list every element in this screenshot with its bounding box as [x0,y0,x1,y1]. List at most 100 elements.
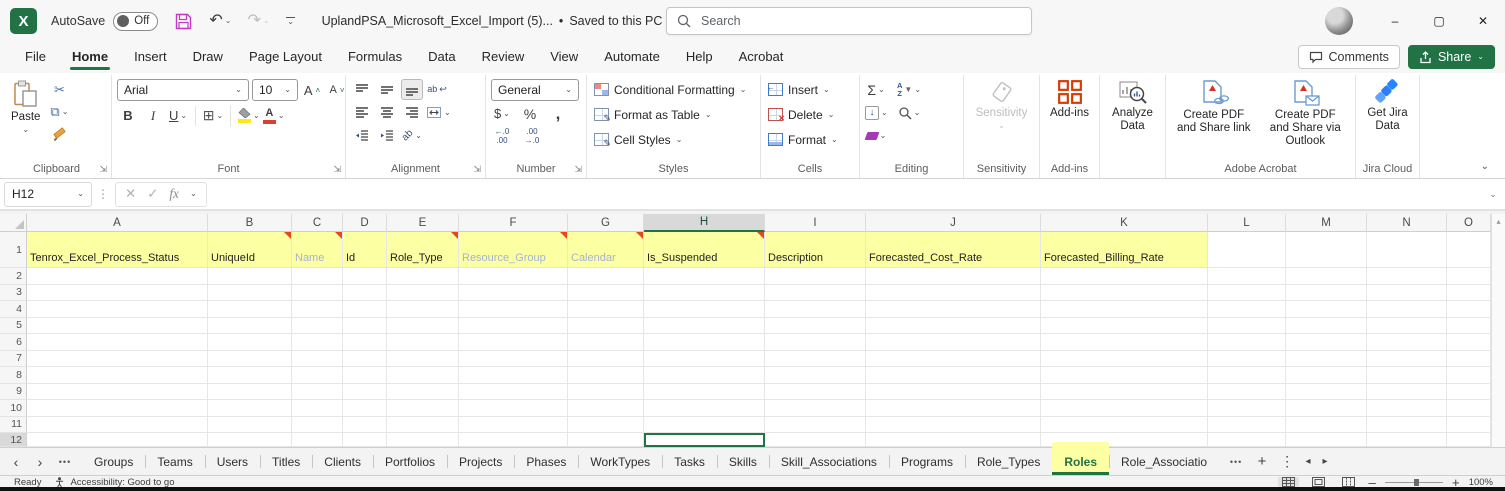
ribbon-tab-page-layout[interactable]: Page Layout [236,43,335,72]
cell-N5[interactable] [1367,317,1447,334]
cell-N11[interactable] [1367,416,1447,433]
cell-D10[interactable] [343,400,387,417]
cell-N9[interactable] [1367,383,1447,400]
column-header-G[interactable]: G [568,214,644,232]
cell-A11[interactable] [27,416,208,433]
percent-style-button[interactable]: % [519,103,541,124]
create-pdf-share-link-button[interactable]: Create PDF and Share link [1171,77,1257,137]
cell-H5[interactable] [644,317,765,334]
column-header-A[interactable]: A [27,214,208,232]
column-header-B[interactable]: B [208,214,292,232]
wrap-text-button[interactable]: ab ↩ [426,79,448,100]
row-header-11[interactable]: 11 [0,416,27,433]
normal-view-button[interactable] [1278,477,1300,487]
cell-M12[interactable] [1286,433,1367,447]
cell-L11[interactable] [1208,416,1286,433]
clipboard-dialog-launcher[interactable]: ⇲ [99,164,107,175]
cell-I10[interactable] [765,400,866,417]
cell-B5[interactable] [208,317,292,334]
cell-J2[interactable] [866,268,1041,285]
cell-I7[interactable] [765,350,866,367]
number-dialog-launcher[interactable]: ⇲ [574,164,582,175]
cell-N10[interactable] [1367,400,1447,417]
ribbon-tab-view[interactable]: View [537,43,591,72]
cell-A4[interactable] [27,301,208,318]
sheet-tab-role-types[interactable]: Role_Types [964,448,1052,475]
cell-N2[interactable] [1367,268,1447,285]
cell-B3[interactable] [208,284,292,301]
cell-M9[interactable] [1286,383,1367,400]
cell-E6[interactable] [387,334,459,351]
column-header-E[interactable]: E [387,214,459,232]
cell-L6[interactable] [1208,334,1286,351]
page-break-view-button[interactable] [1338,477,1359,487]
cell-N12[interactable] [1367,433,1447,447]
cell-D1[interactable]: Id [343,232,387,268]
undo-button[interactable]: ↶ ⌄ [209,13,231,29]
tab-scroll-right-button[interactable]: ▸ [1317,456,1333,467]
column-header-L[interactable]: L [1208,214,1286,232]
cell-G4[interactable] [568,301,644,318]
cell-H3[interactable] [644,284,765,301]
cell-F9[interactable] [459,383,568,400]
align-middle-button[interactable] [376,79,398,100]
cell-F8[interactable] [459,367,568,384]
cell-K1[interactable]: Forecasted_Billing_Rate [1041,232,1208,268]
insert-button[interactable]: Insert ⌄ [766,77,832,102]
cell-E3[interactable] [387,284,459,301]
cell-K10[interactable] [1041,400,1208,417]
cell-L8[interactable] [1208,367,1286,384]
cell-J9[interactable] [866,383,1041,400]
comma-style-button[interactable]: , [547,103,569,124]
cell-D9[interactable] [343,383,387,400]
cut-button[interactable]: ✂ [48,79,70,100]
expand-formula-bar-button[interactable]: ⌄ [1481,189,1505,200]
cell-O7[interactable] [1447,350,1491,367]
cell-K4[interactable] [1041,301,1208,318]
cell-K9[interactable] [1041,383,1208,400]
column-header-M[interactable]: M [1286,214,1367,232]
cell-O11[interactable] [1447,416,1491,433]
ribbon-tab-file[interactable]: File [12,43,59,72]
next-sheet-button[interactable]: › [28,454,52,470]
cell-E7[interactable] [387,350,459,367]
cell-C8[interactable] [292,367,343,384]
cell-A7[interactable] [27,350,208,367]
column-header-D[interactable]: D [343,214,387,232]
orientation-button[interactable]: ab ⌄ [400,125,423,146]
increase-font-size-button[interactable]: A ˄ [301,80,323,101]
cell-I9[interactable] [765,383,866,400]
minimize-button[interactable]: – [1373,0,1417,42]
ribbon-tab-data[interactable]: Data [415,43,468,72]
cell-C6[interactable] [292,334,343,351]
cell-I4[interactable] [765,301,866,318]
cell-N4[interactable] [1367,301,1447,318]
increase-decimal-button[interactable]: ←.0.00 [491,126,513,147]
cell-E9[interactable] [387,383,459,400]
cell-H8[interactable] [644,367,765,384]
cell-B6[interactable] [208,334,292,351]
format-painter-button[interactable] [48,123,70,144]
cell-H1[interactable]: Is_Suspended [644,232,765,268]
cell-D2[interactable] [343,268,387,285]
sheet-tab-users[interactable]: Users [204,448,260,475]
select-all-corner[interactable] [0,214,27,232]
cell-F10[interactable] [459,400,568,417]
customize-quick-access-button[interactable]: ⌄ [284,16,298,26]
cell-O12[interactable] [1447,433,1491,447]
bold-button[interactable]: B [117,105,139,126]
cell-F5[interactable] [459,317,568,334]
cell-D4[interactable] [343,301,387,318]
cell-J8[interactable] [866,367,1041,384]
zoom-out-button[interactable]: – [1368,476,1375,487]
cell-C9[interactable] [292,383,343,400]
cell-J7[interactable] [866,350,1041,367]
cell-N3[interactable] [1367,284,1447,301]
sensitivity-button[interactable]: Sensitivity ⌄ [972,77,1032,132]
tab-overflow-button[interactable]: ••• [1223,457,1249,467]
cell-C10[interactable] [292,400,343,417]
merge-center-button[interactable]: ⌄ [426,102,451,123]
cell-E1[interactable]: Role_Type [387,232,459,268]
cell-A6[interactable] [27,334,208,351]
sheet-tab-portfolios[interactable]: Portfolios [372,448,447,475]
